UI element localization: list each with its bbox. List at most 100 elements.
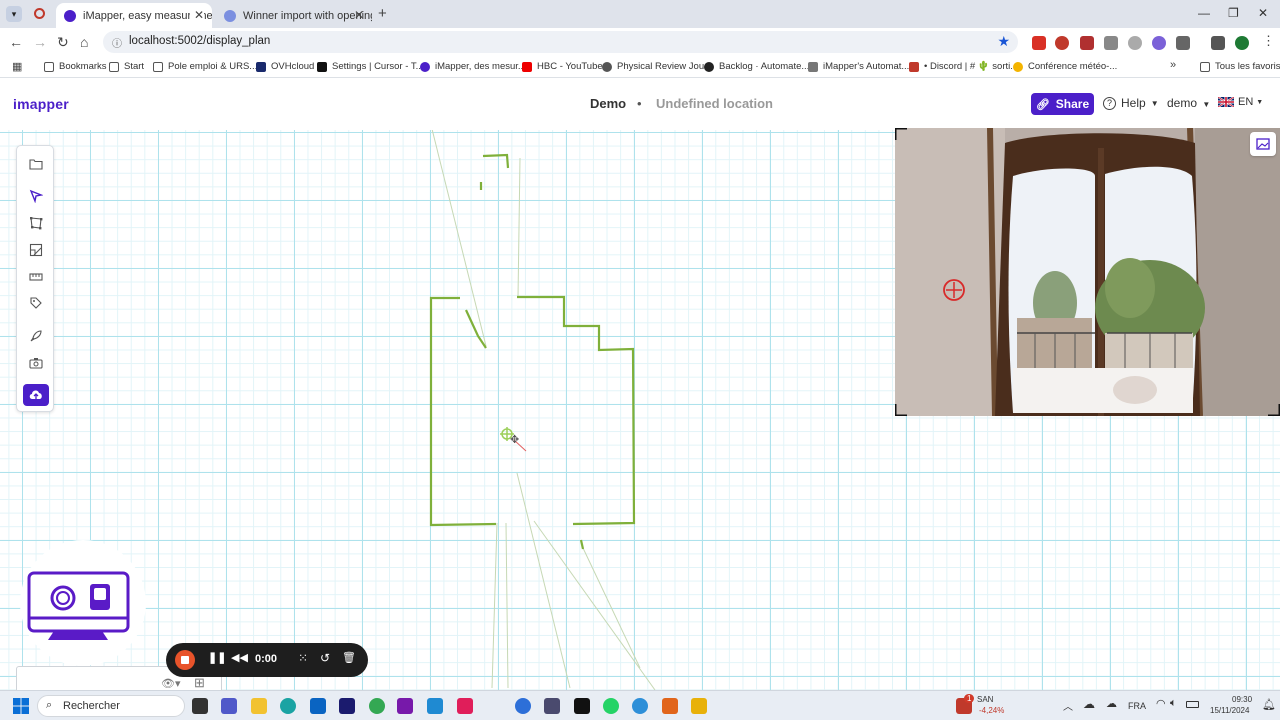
- profile-avatar-icon[interactable]: [1235, 36, 1249, 50]
- bookmark-item[interactable]: Pole emploi & URS...: [153, 61, 257, 72]
- all-bookmarks-link[interactable]: Tous les favoris: [1200, 61, 1280, 72]
- measure-tool-button[interactable]: [23, 266, 49, 288]
- calendar-ext-icon[interactable]: [1032, 36, 1046, 50]
- launch-tool-button[interactable]: [23, 325, 49, 347]
- notifications-icon[interactable]: 🔔︎: [1262, 698, 1276, 711]
- stock-name[interactable]: SAN: [977, 695, 993, 704]
- bookmark-item[interactable]: • Discord | # 🌵 sorti...: [909, 61, 1018, 72]
- bookmark-item[interactable]: iMapper's Automat...: [808, 61, 909, 72]
- wall-fragment: [465, 309, 487, 349]
- bookmark-item[interactable]: iMapper, des mesur...: [420, 61, 526, 72]
- url-field[interactable]: ⓘ localhost:5002/display_plan ★: [103, 31, 1018, 53]
- matlab-icon[interactable]: [662, 698, 678, 714]
- teams-icon[interactable]: [221, 698, 237, 714]
- wifi-icon[interactable]: ◠: [1156, 697, 1166, 710]
- share-button[interactable]: 🔗︎ Share: [1031, 93, 1094, 115]
- select-tool-button[interactable]: [23, 185, 49, 207]
- task-view-icon[interactable]: [192, 698, 208, 714]
- restart-icon[interactable]: ↺: [320, 651, 330, 665]
- bookmark-item[interactable]: Bookmarks: [44, 61, 107, 72]
- windows-start-icon[interactable]: [13, 698, 29, 714]
- camera-tool-button[interactable]: [23, 352, 49, 374]
- help-menu[interactable]: ? Help ▼: [1103, 96, 1159, 110]
- clock-date[interactable]: 15/11/2024: [1210, 706, 1249, 715]
- file-explorer-icon[interactable]: [251, 698, 267, 714]
- slack-icon[interactable]: [457, 698, 473, 714]
- bookmarks-overflow-icon[interactable]: »: [1170, 59, 1176, 71]
- wall-fragment: [579, 539, 585, 550]
- pdf-ext-icon[interactable]: [1055, 36, 1069, 50]
- camera-preview-image[interactable]: [895, 128, 1280, 416]
- show-hidden-icons[interactable]: ︿: [1063, 698, 1073, 713]
- close-tab-icon[interactable]: ✕: [354, 8, 364, 22]
- clock-time[interactable]: 09:30: [1232, 695, 1252, 704]
- stop-recording-button[interactable]: [175, 650, 195, 670]
- stack-app-icon[interactable]: [544, 698, 560, 714]
- image-gallery-button[interactable]: [1250, 132, 1276, 156]
- word-icon[interactable]: [691, 698, 707, 714]
- pause-icon[interactable]: ❚❚: [208, 651, 226, 664]
- cloud-sync-icon[interactable]: ☁︎: [1083, 697, 1095, 711]
- bookmark-star-icon[interactable]: ★: [997, 33, 1010, 50]
- new-tab-button[interactable]: +: [378, 5, 387, 22]
- bookmark-label: Start: [124, 61, 145, 72]
- language-menu[interactable]: EN ▼: [1218, 96, 1263, 108]
- grid-options-icon[interactable]: ⁙: [298, 651, 308, 665]
- gear-ext-icon[interactable]: [1152, 36, 1166, 50]
- maximize-button[interactable]: ❐: [1228, 6, 1239, 20]
- reload-icon[interactable]: ↻: [57, 34, 69, 51]
- bookmark-item[interactable]: Physical Review Jou...: [602, 61, 712, 72]
- visibility-eye-icon[interactable]: 👁︎▾: [161, 677, 181, 690]
- forward-icon[interactable]: →: [33, 34, 47, 50]
- upload-scan-button[interactable]: [23, 384, 49, 406]
- add-group-icon[interactable]: ⊞: [194, 675, 205, 690]
- volume-icon[interactable]: 🔈︎: [1170, 697, 1177, 710]
- download-icon[interactable]: [1211, 36, 1225, 50]
- grid-ext-icon[interactable]: [1104, 36, 1118, 50]
- site-info-icon[interactable]: ⓘ: [112, 35, 122, 50]
- location-name[interactable]: Undefined location: [656, 96, 773, 111]
- vscode-icon[interactable]: [427, 698, 443, 714]
- apps-grid-icon[interactable]: ▦: [12, 60, 22, 73]
- bookmark-item[interactable]: Backlog · Automate...: [704, 61, 809, 72]
- close-window-button[interactable]: ✕: [1258, 6, 1268, 20]
- moon-ext-icon[interactable]: [1128, 36, 1142, 50]
- tab-list-dropdown-icon[interactable]: ▾: [6, 6, 22, 22]
- shield-ext-icon[interactable]: [1080, 36, 1094, 50]
- delete-icon[interactable]: 🗑︎: [342, 651, 356, 664]
- puzzle-ext-icon[interactable]: [1176, 36, 1190, 50]
- bookmark-item[interactable]: HBC - YouTube: [522, 61, 603, 72]
- onedrive-icon[interactable]: ☁︎: [1106, 697, 1117, 710]
- open-project-button[interactable]: [23, 153, 49, 175]
- taskbar-search[interactable]: ⌕ Rechercher: [37, 695, 185, 717]
- network-app-icon[interactable]: [632, 698, 648, 714]
- bookmark-item[interactable]: Conférence météo-...: [1013, 61, 1117, 72]
- tab-winner-import[interactable]: Winner import with openings ✕: [216, 3, 372, 28]
- outlook-icon[interactable]: [310, 698, 326, 714]
- bookmark-item[interactable]: Start: [109, 61, 144, 72]
- close-tab-icon[interactable]: ✕: [189, 8, 204, 22]
- chrome-icon[interactable]: [369, 698, 385, 714]
- battery-icon[interactable]: [1186, 701, 1199, 708]
- draw-room-tool-button[interactable]: [23, 239, 49, 261]
- rewind-icon[interactable]: ◀◀: [231, 651, 248, 664]
- edge-icon[interactable]: [280, 698, 296, 714]
- whatsapp-icon[interactable]: [603, 698, 619, 714]
- user-menu[interactable]: demo ▼: [1167, 96, 1210, 110]
- blue-app-icon[interactable]: [515, 698, 531, 714]
- unity-icon[interactable]: [339, 698, 355, 714]
- cursor-app-icon[interactable]: [574, 698, 590, 714]
- project-name[interactable]: Demo: [590, 96, 626, 111]
- home-icon[interactable]: ⌂: [80, 34, 88, 50]
- bookmark-item[interactable]: OVHcloud: [256, 61, 314, 72]
- minimize-button[interactable]: —: [1198, 6, 1210, 20]
- polygon-tool-button[interactable]: [23, 212, 49, 234]
- back-icon[interactable]: ←: [9, 34, 23, 50]
- tab-imapper[interactable]: iMapper, easy measureme ✕: [56, 3, 212, 28]
- browser-menu-icon[interactable]: ⋮: [1262, 33, 1275, 49]
- onenote-icon[interactable]: [397, 698, 413, 714]
- input-language[interactable]: FRA: [1128, 701, 1146, 711]
- bookmark-item[interactable]: Settings | Cursor - T...: [317, 61, 424, 72]
- label-tool-button[interactable]: [23, 292, 49, 314]
- imapper-logo[interactable]: imapper: [13, 96, 69, 112]
